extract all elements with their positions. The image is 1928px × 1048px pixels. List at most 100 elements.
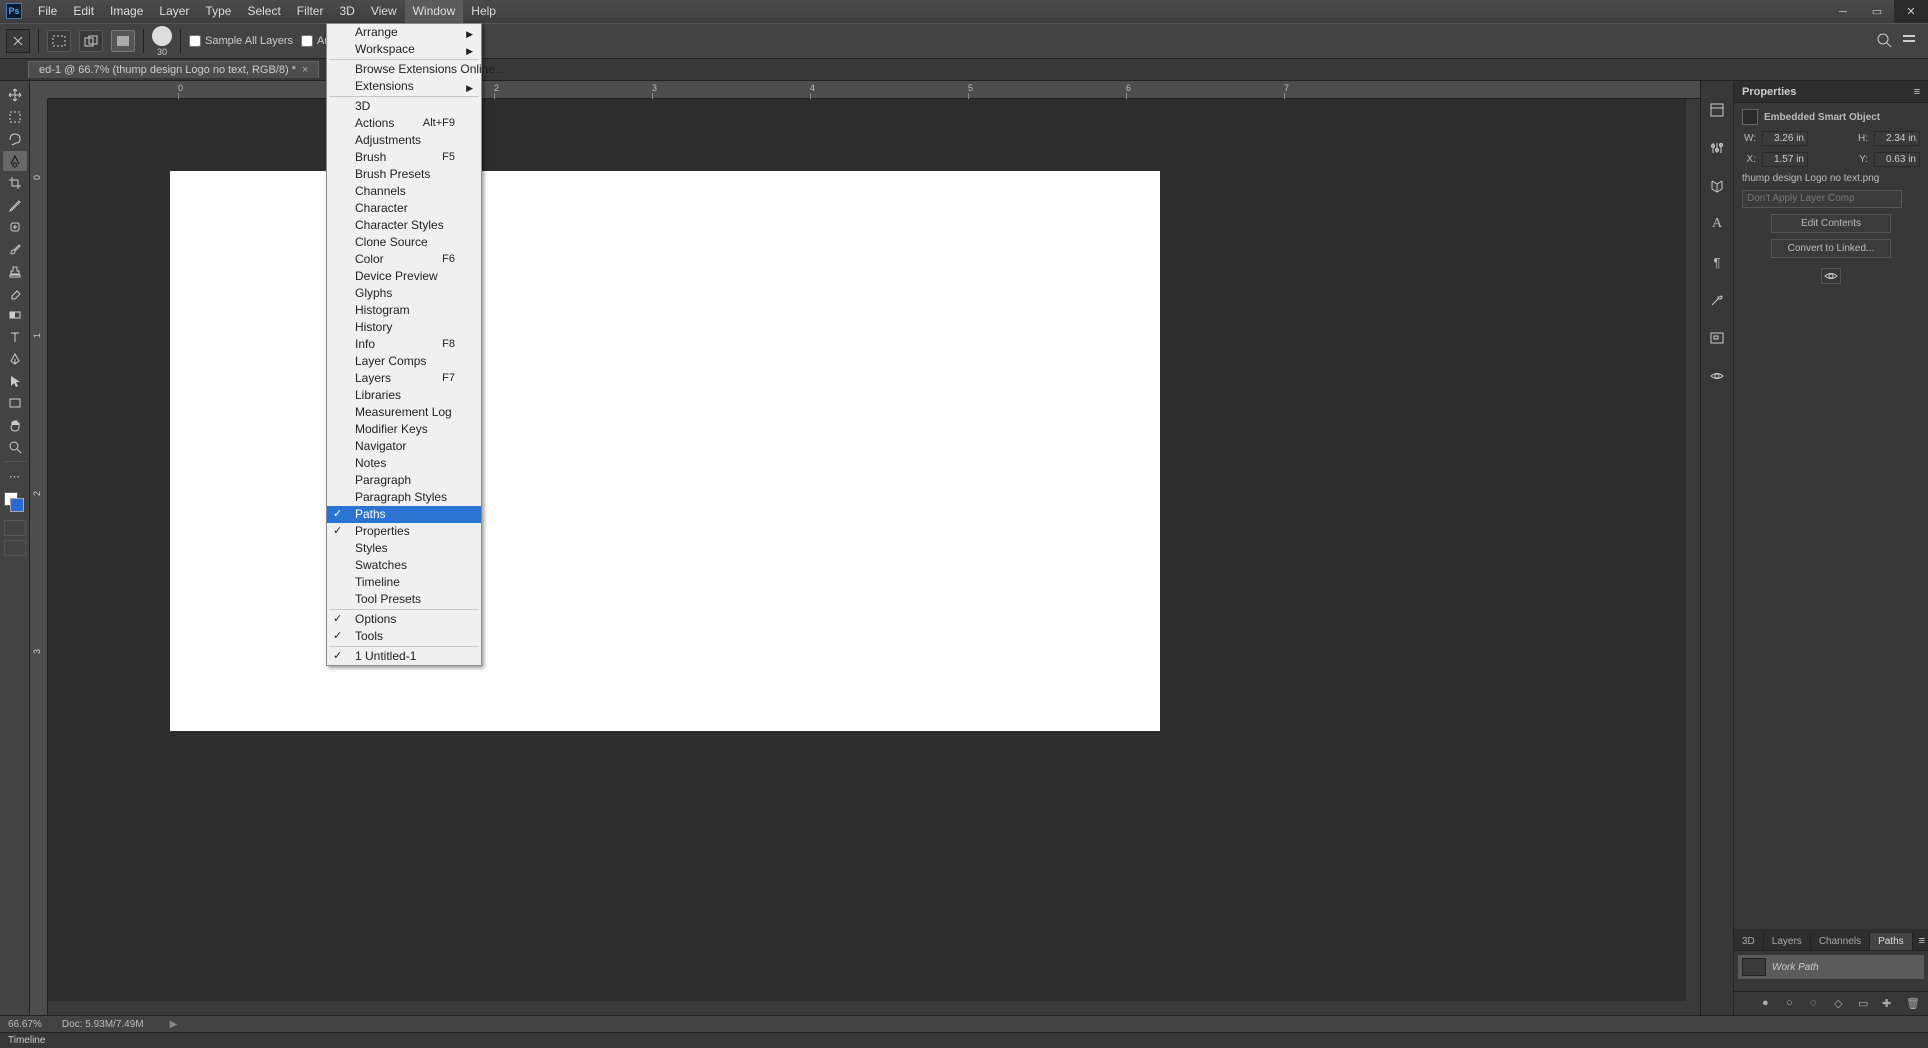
window-menu-item[interactable]: Brush Presets — [327, 166, 481, 183]
window-menu-item[interactable]: Libraries — [327, 387, 481, 404]
window-menu-item[interactable]: Extensions▶ — [327, 78, 481, 95]
document-tab[interactable]: ed-1 @ 66.7% (thump design Logo no text,… — [28, 61, 319, 78]
move-tool[interactable] — [3, 85, 27, 105]
zoom-tool[interactable] — [3, 437, 27, 457]
menu-help[interactable]: Help — [463, 0, 504, 23]
window-menu-item[interactable]: ActionsAlt+F9 — [327, 115, 481, 132]
stroke-path-icon[interactable]: ○ — [1786, 997, 1800, 1011]
brush-tool[interactable] — [3, 239, 27, 259]
window-menu-item[interactable]: Tools✓ — [327, 628, 481, 645]
path-item-work-path[interactable]: Work Path — [1738, 955, 1924, 979]
menu-3d[interactable]: 3D — [331, 0, 362, 23]
add-mask-icon[interactable]: ▭ — [1858, 997, 1872, 1011]
window-menu-item[interactable]: Device Preview — [327, 268, 481, 285]
selection-subtract-icon[interactable] — [111, 30, 135, 52]
window-menu-item[interactable]: Browse Extensions Online... — [327, 61, 481, 78]
vertical-scrollbar[interactable] — [1686, 99, 1700, 1001]
screen-mode-toggle[interactable] — [4, 540, 26, 556]
color-swatches[interactable] — [4, 492, 26, 514]
quick-selection-tool[interactable] — [3, 151, 27, 171]
window-menu-item[interactable]: Paragraph Styles — [327, 489, 481, 506]
window-menu-item[interactable]: Clone Source — [327, 234, 481, 251]
window-menu-item[interactable]: Arrange▶ — [327, 24, 481, 41]
window-menu-item[interactable]: 1 Untitled-1✓ — [327, 648, 481, 665]
heal-tool[interactable] — [3, 217, 27, 237]
canvas-area[interactable]: 01234567 0123 — [30, 81, 1700, 1015]
tab-paths[interactable]: Paths — [1870, 933, 1913, 950]
menu-window[interactable]: Window — [405, 0, 464, 23]
layer-comp-dropdown[interactable]: Don't Apply Layer Comp — [1742, 190, 1902, 208]
menu-view[interactable]: View — [363, 0, 405, 23]
tools-panel-icon[interactable] — [1706, 289, 1728, 311]
quick-mask-toggle[interactable] — [4, 520, 26, 536]
window-menu-dropdown[interactable]: Arrange▶Workspace▶ Browse Extensions Onli… — [326, 23, 482, 666]
window-menu-item[interactable]: Character Styles — [327, 217, 481, 234]
window-menu-item[interactable]: Layer Comps — [327, 353, 481, 370]
properties-panel-menu-icon[interactable]: ≡ — [1910, 85, 1924, 99]
close-button[interactable]: ✕ — [1894, 0, 1928, 23]
tool-preset-picker[interactable] — [6, 29, 30, 53]
window-menu-item[interactable]: Adjustments — [327, 132, 481, 149]
zoom-level[interactable]: 66.67% — [8, 1019, 42, 1030]
gradient-tool[interactable] — [3, 305, 27, 325]
brush-size-picker[interactable]: 30 — [152, 26, 172, 57]
menu-image[interactable]: Image — [102, 0, 151, 23]
window-menu-item[interactable]: Notes — [327, 455, 481, 472]
stamp-tool[interactable] — [3, 261, 27, 281]
hand-tool[interactable] — [3, 415, 27, 435]
tab-layers[interactable]: Layers — [1764, 933, 1811, 950]
window-menu-item[interactable]: Navigator — [327, 438, 481, 455]
paragraph-panel-icon[interactable]: ¶ — [1706, 251, 1728, 273]
menu-filter[interactable]: Filter — [289, 0, 332, 23]
window-menu-item[interactable]: Character — [327, 200, 481, 217]
window-menu-item[interactable]: Channels — [327, 183, 481, 200]
sample-all-layers-checkbox[interactable]: Sample All Layers — [189, 35, 293, 47]
menu-type[interactable]: Type — [197, 0, 239, 23]
navigator-panel-icon[interactable] — [1706, 327, 1728, 349]
eyedropper-tool[interactable] — [3, 195, 27, 215]
window-menu-item[interactable]: Paths✓ — [327, 506, 481, 523]
selection-new-icon[interactable] — [47, 30, 71, 52]
shape-tool[interactable] — [3, 393, 27, 413]
document-canvas[interactable] — [170, 171, 1160, 731]
visibility-toggle-icon[interactable] — [1821, 268, 1841, 284]
window-menu-item[interactable]: Workspace▶ — [327, 41, 481, 58]
width-value[interactable]: 3.26 in — [1762, 131, 1808, 146]
history-panel-icon[interactable] — [1706, 99, 1728, 121]
window-menu-item[interactable]: Measurement Log — [327, 404, 481, 421]
pen-tool[interactable] — [3, 349, 27, 369]
window-menu-item[interactable]: Glyphs — [327, 285, 481, 302]
character-panel-icon[interactable]: A — [1706, 213, 1728, 235]
path-to-selection-icon[interactable]: ◌ — [1810, 997, 1824, 1011]
doc-size[interactable]: Doc: 5.93M/7.49M — [62, 1019, 144, 1030]
window-menu-item[interactable]: Swatches — [327, 557, 481, 574]
window-menu-item[interactable]: BrushF5 — [327, 149, 481, 166]
new-path-icon[interactable]: ✚ — [1882, 997, 1896, 1011]
window-menu-item[interactable]: Paragraph — [327, 472, 481, 489]
window-menu-item[interactable]: Histogram — [327, 302, 481, 319]
lasso-tool[interactable] — [3, 129, 27, 149]
menu-select[interactable]: Select — [239, 0, 288, 23]
selection-add-icon[interactable] — [79, 30, 103, 52]
y-value[interactable]: 0.63 in — [1874, 152, 1920, 167]
edit-contents-button[interactable]: Edit Contents — [1771, 214, 1891, 233]
window-menu-item[interactable]: LayersF7 — [327, 370, 481, 387]
minimize-button[interactable]: ─ — [1826, 0, 1860, 23]
convert-to-linked-button[interactable]: Convert to Linked... — [1771, 239, 1891, 258]
edit-toolbar-icon[interactable]: ⋯ — [3, 466, 27, 486]
menu-file[interactable]: File — [30, 0, 65, 23]
tab-channels[interactable]: Channels — [1811, 933, 1870, 950]
height-value[interactable]: 2.34 in — [1874, 131, 1920, 146]
window-menu-item[interactable]: Timeline — [327, 574, 481, 591]
make-work-path-icon[interactable]: ◇ — [1834, 997, 1848, 1011]
timeline-panel[interactable]: Timeline — [0, 1032, 1928, 1048]
paths-panel-menu-icon[interactable]: ≡ — [1913, 932, 1928, 950]
marquee-tool[interactable] — [3, 107, 27, 127]
window-menu-item[interactable]: InfoF8 — [327, 336, 481, 353]
fill-path-icon[interactable]: ● — [1762, 997, 1776, 1011]
x-value[interactable]: 1.57 in — [1762, 152, 1808, 167]
options-bar-menu-icon[interactable] — [1902, 32, 1916, 51]
document-tab-close-icon[interactable]: × — [302, 64, 308, 76]
window-menu-item[interactable]: Styles — [327, 540, 481, 557]
eraser-tool[interactable] — [3, 283, 27, 303]
